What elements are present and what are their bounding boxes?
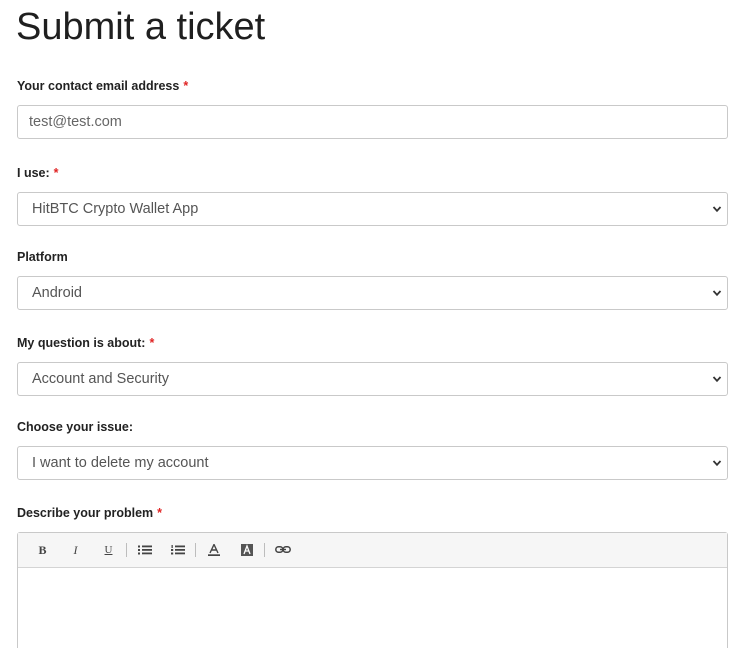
email-field-value: test@test.com xyxy=(29,114,122,130)
topic-select-value: Account and Security xyxy=(32,371,170,387)
email-label-text: Your contact email address xyxy=(17,79,180,93)
description-label: Describe your problem * xyxy=(17,506,162,520)
numbered-list-button[interactable] xyxy=(161,538,194,562)
editor-toolbar: B I U xyxy=(18,533,727,568)
product-label: I use: * xyxy=(17,166,59,180)
description-editor: B I U xyxy=(17,532,728,648)
italic-icon: I xyxy=(73,542,78,557)
issue-select[interactable]: I want to delete my account xyxy=(17,446,728,480)
chevron-down-icon xyxy=(712,460,722,467)
bulleted-list-icon xyxy=(137,545,152,555)
product-select[interactable]: HitBTC Crypto Wallet App xyxy=(17,192,728,226)
issue-select-value: I want to delete my account xyxy=(32,455,209,471)
text-color-button[interactable] xyxy=(197,538,230,562)
description-textarea[interactable] xyxy=(18,568,727,648)
email-field[interactable]: test@test.com xyxy=(17,105,728,139)
required-marker: * xyxy=(149,336,155,350)
product-select-value: HitBTC Crypto Wallet App xyxy=(32,201,199,217)
topic-label-text: My question is about: xyxy=(17,336,146,350)
numbered-list-icon xyxy=(170,545,185,555)
toolbar-divider xyxy=(264,543,265,557)
required-marker: * xyxy=(53,166,59,180)
chevron-down-icon xyxy=(712,290,722,297)
required-marker: * xyxy=(157,506,163,520)
product-label-text: I use: xyxy=(17,166,50,180)
page-title: Submit a ticket xyxy=(16,6,266,48)
bold-icon: B xyxy=(38,542,47,557)
toolbar-divider xyxy=(126,543,127,557)
text-color-icon xyxy=(207,544,220,556)
ticket-form-page: Submit a ticket Your contact email addre… xyxy=(0,0,744,648)
platform-label: Platform xyxy=(17,250,68,264)
bold-button[interactable]: B xyxy=(26,538,59,562)
link-button[interactable] xyxy=(266,538,299,562)
issue-label: Choose your issue: xyxy=(17,420,133,434)
topic-label: My question is about: * xyxy=(17,336,154,350)
email-label: Your contact email address * xyxy=(17,79,188,93)
platform-label-text: Platform xyxy=(17,250,68,264)
required-marker: * xyxy=(183,79,189,93)
bulleted-list-button[interactable] xyxy=(128,538,161,562)
link-icon xyxy=(274,546,291,553)
description-label-text: Describe your problem xyxy=(17,506,154,520)
issue-label-text: Choose your issue: xyxy=(17,420,133,434)
underline-icon: U xyxy=(104,544,113,556)
chevron-down-icon xyxy=(712,376,722,383)
background-color-button[interactable] xyxy=(230,538,263,562)
background-color-icon xyxy=(240,544,253,556)
platform-select[interactable]: Android xyxy=(17,276,728,310)
chevron-down-icon xyxy=(712,206,722,213)
topic-select[interactable]: Account and Security xyxy=(17,362,728,396)
platform-select-value: Android xyxy=(32,285,82,301)
italic-button[interactable]: I xyxy=(59,538,92,562)
toolbar-divider xyxy=(195,543,196,557)
underline-button[interactable]: U xyxy=(92,538,125,562)
